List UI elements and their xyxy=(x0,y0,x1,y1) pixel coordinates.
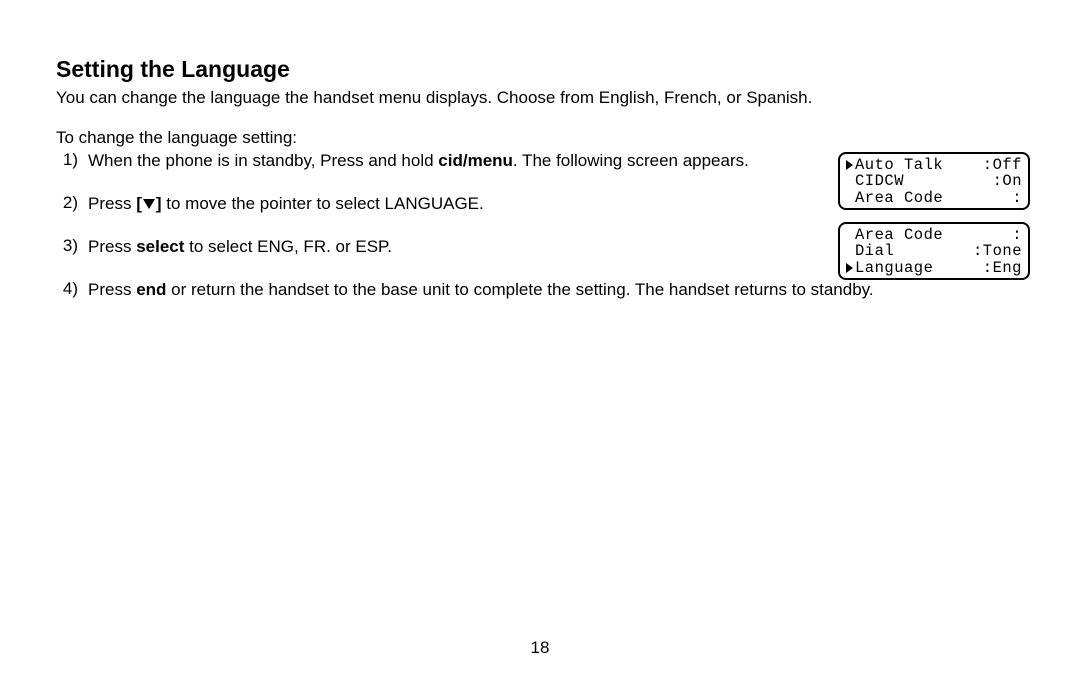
lcd-line: Area Code : xyxy=(846,190,1022,206)
text-fragment: Press xyxy=(88,237,136,256)
lcd-value: :Tone xyxy=(973,243,1022,259)
pointer-icon xyxy=(846,160,853,170)
lcd-screen-menu-top: Auto Talk :Off CIDCW :On Area Code : xyxy=(838,152,1030,210)
section-heading: Setting the Language xyxy=(56,56,1024,83)
lcd-line: Area Code : xyxy=(846,227,1022,243)
down-arrow-icon xyxy=(142,198,156,210)
step-4: 4) Press end or return the handset to th… xyxy=(56,279,1024,302)
bold-end: end xyxy=(136,280,166,299)
lead-line: To change the language setting: xyxy=(56,128,1024,148)
lcd-line: Dial :Tone xyxy=(846,243,1022,259)
lcd-value: :Off xyxy=(983,157,1022,173)
lcd-label: Dial xyxy=(855,243,894,259)
text-fragment: When the phone is in standby, Press and … xyxy=(88,151,438,170)
lcd-label: Auto Talk xyxy=(855,157,943,173)
text-fragment: Press xyxy=(88,280,136,299)
text-fragment: . The following screen appears. xyxy=(513,151,749,170)
lcd-line: Auto Talk :Off xyxy=(846,157,1022,173)
step-text: Press end or return the handset to the b… xyxy=(84,279,1024,302)
page-number: 18 xyxy=(0,638,1080,658)
lcd-line: CIDCW :On xyxy=(846,173,1022,189)
lcd-value: : xyxy=(1012,190,1022,206)
lcd-line: Language :Eng xyxy=(846,260,1022,276)
lcd-screen-language: Area Code : Dial :Tone Language :Eng xyxy=(838,222,1030,280)
text-fragment: to select ENG, FR. or ESP. xyxy=(184,237,392,256)
text-fragment: to move the pointer to select LANGUAGE. xyxy=(162,194,484,213)
lcd-value: : xyxy=(1012,227,1022,243)
step-number: 3) xyxy=(56,236,84,256)
text-fragment: Press xyxy=(88,194,136,213)
step-number: 4) xyxy=(56,279,84,299)
lcd-label: Area Code xyxy=(855,190,943,206)
lcd-label: Area Code xyxy=(855,227,943,243)
lcd-value: :On xyxy=(993,173,1022,189)
step-number: 2) xyxy=(56,193,84,213)
bold-cid-menu: cid/menu xyxy=(438,151,513,170)
bold-select: select xyxy=(136,237,184,256)
text-fragment: or return the handset to the base unit t… xyxy=(166,280,873,299)
lcd-label: CIDCW xyxy=(855,173,904,189)
lcd-label: Language xyxy=(855,260,933,276)
step-number: 1) xyxy=(56,150,84,170)
intro-paragraph: You can change the language the handset … xyxy=(56,87,1024,110)
pointer-icon xyxy=(846,263,853,273)
lcd-value: :Eng xyxy=(983,260,1022,276)
